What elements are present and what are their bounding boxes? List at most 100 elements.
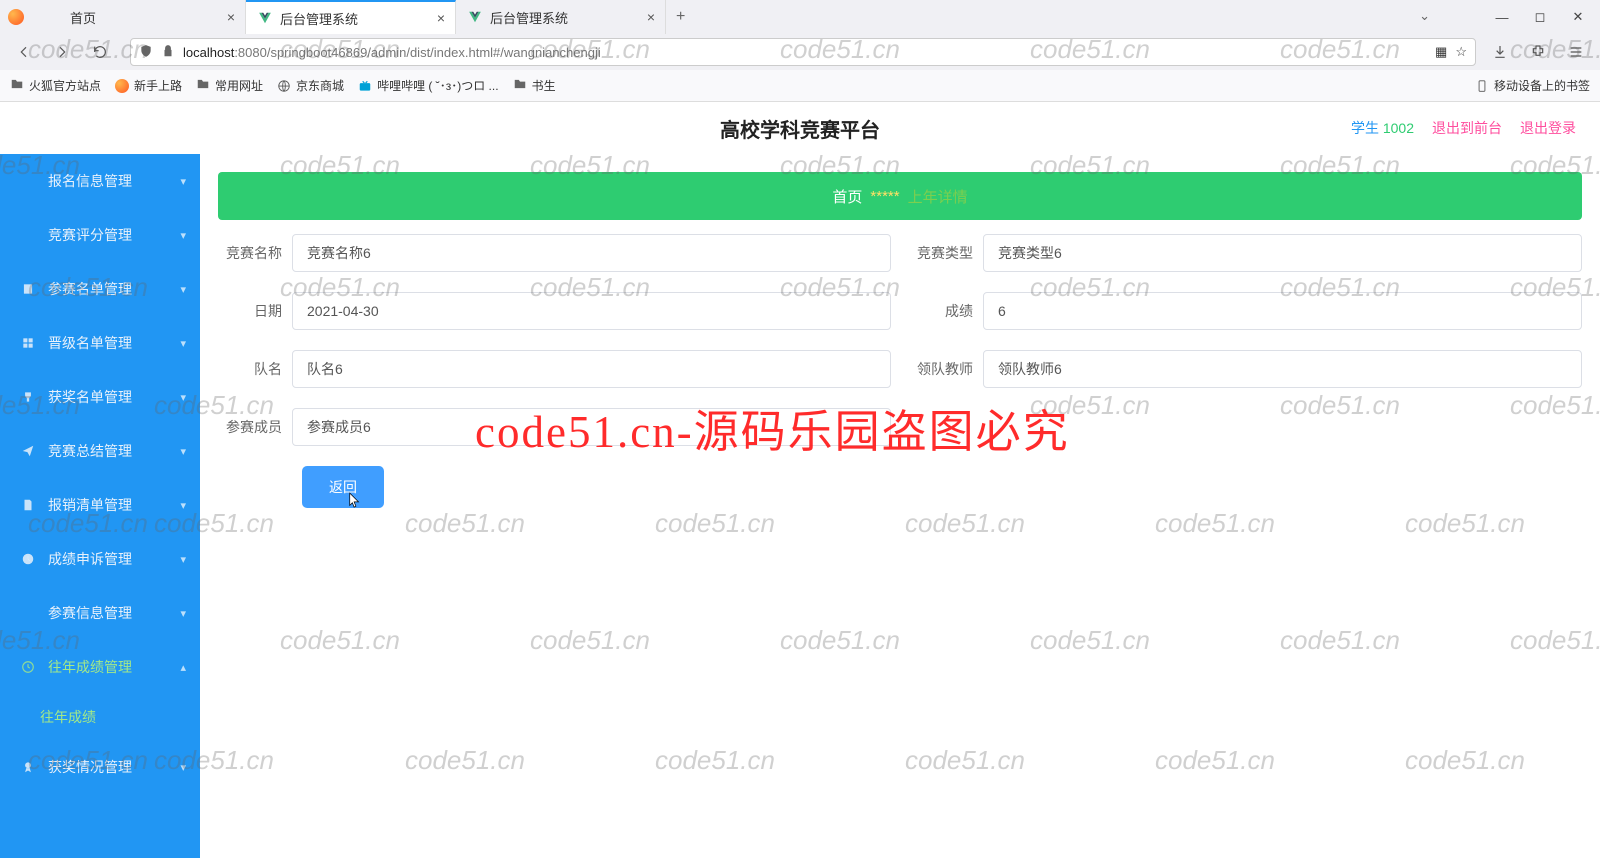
app-header: 高校学科竞赛平台 学生 1002 退出到前台 退出登录: [0, 102, 1600, 154]
bookmark-item[interactable]: 火狐官方站点: [10, 77, 101, 94]
sidebar-item[interactable]: 获奖名单管理▾: [0, 370, 200, 424]
main-content: 首页 ***** 上年详情 竞赛名称 竞赛名称6 竞赛类型 竞赛类型6 日期 2…: [200, 154, 1600, 858]
vue-icon: [258, 11, 272, 25]
input-score[interactable]: 6: [983, 292, 1582, 330]
cursor-icon: [348, 492, 362, 510]
breadcrumb-home[interactable]: 首页: [832, 186, 862, 207]
score-icon: [20, 227, 36, 243]
sidebar-sub-item[interactable]: 往年成绩: [0, 694, 200, 740]
nav-forward-icon[interactable]: [48, 38, 76, 66]
chevron-down-icon: ▾: [180, 607, 186, 620]
sidebar-item[interactable]: 竞赛总结管理▾: [0, 424, 200, 478]
chevron-down-icon: ▾: [180, 445, 186, 458]
new-tab-button[interactable]: +: [666, 8, 695, 26]
award-icon: [20, 759, 36, 775]
tab-title: 后台管理系统: [490, 8, 568, 27]
qr-icon[interactable]: ▦: [1435, 44, 1447, 60]
bookmark-item[interactable]: 书生: [513, 77, 556, 94]
tabs-dropdown-icon[interactable]: ⌄: [1419, 8, 1430, 24]
history-icon: [20, 659, 36, 675]
file-icon: [20, 497, 36, 513]
menu-icon[interactable]: [1562, 38, 1590, 66]
vue-icon: [468, 10, 482, 24]
clock-icon: [20, 551, 36, 567]
field-score: 成绩 6: [909, 292, 1582, 330]
bookmark-item[interactable]: 哔哩哔哩 ( ˘･з･)つロ ...: [358, 77, 499, 94]
firefox-icon: [8, 9, 24, 25]
url-text: localhost:8080/springboot46869/admin/dis…: [183, 45, 1427, 60]
sidebar-item[interactable]: 成绩申诉管理▾: [0, 532, 200, 586]
download-icon[interactable]: [1486, 38, 1514, 66]
browser-tab-bar: 首页 × 后台管理系统 × 后台管理系统 × + ⌄ — ◻ ✕: [0, 0, 1600, 34]
nav-back-icon[interactable]: [10, 38, 38, 66]
chevron-down-icon: ▾: [180, 283, 186, 296]
back-button[interactable]: 返回: [302, 466, 384, 508]
chevron-up-icon: ▴: [180, 661, 186, 674]
trophy-icon: [20, 389, 36, 405]
globe-icon: [277, 79, 291, 93]
logout-front-link[interactable]: 退出到前台: [1432, 118, 1502, 138]
detail-form: 竞赛名称 竞赛名称6 竞赛类型 竞赛类型6 日期 2021-04-30 成绩 6: [218, 234, 1582, 508]
browser-tab[interactable]: 后台管理系统 ×: [456, 0, 666, 34]
bookmark-item[interactable]: 京东商城: [277, 77, 344, 94]
chevron-down-icon: ▾: [180, 391, 186, 404]
firefox-icon: [115, 79, 129, 93]
tab-favicon: [48, 10, 62, 24]
browser-tab[interactable]: 首页 ×: [36, 0, 246, 34]
tab-title: 后台管理系统: [280, 9, 358, 28]
sidebar-item[interactable]: 获奖情况管理▾: [0, 740, 200, 794]
field-lead-teacher: 领队教师 领队教师6: [909, 350, 1582, 388]
field-competition-name: 竞赛名称 竞赛名称6: [218, 234, 891, 272]
user-info: 学生 1002: [1351, 118, 1414, 138]
app-title: 高校学科竞赛平台: [720, 114, 880, 143]
input-team-name[interactable]: 队名6: [292, 350, 891, 388]
bookmarks-bar: 火狐官方站点 新手上路 常用网址 京东商城 哔哩哔哩 ( ˘･з･)つロ ...…: [0, 70, 1600, 102]
field-competition-type: 竞赛类型 竞赛类型6: [909, 234, 1582, 272]
tab-close-icon[interactable]: ×: [437, 10, 445, 26]
tab-title: 首页: [70, 8, 96, 27]
field-members: 参赛成员 参赛成员6: [218, 408, 891, 446]
bookmark-star-icon[interactable]: ☆: [1455, 44, 1467, 60]
doc-icon: [20, 281, 36, 297]
list-icon: [20, 173, 36, 189]
input-lead-teacher[interactable]: 领队教师6: [983, 350, 1582, 388]
send-icon: [20, 443, 36, 459]
breadcrumb-current: 上年详情: [908, 186, 968, 207]
breadcrumb: 首页 ***** 上年详情: [218, 172, 1582, 220]
sidebar: 报名信息管理▾ 竞赛评分管理▾ 参赛名单管理▾ 晋级名单管理▾ 获奖名单管理▾ …: [0, 154, 200, 858]
sidebar-item[interactable]: 报名信息管理▾: [0, 154, 200, 208]
url-input[interactable]: localhost:8080/springboot46869/admin/dis…: [130, 38, 1476, 66]
sidebar-item-active[interactable]: 往年成绩管理▴: [0, 640, 200, 694]
bookmark-item[interactable]: 常用网址: [196, 77, 263, 94]
sidebar-item[interactable]: 参赛信息管理▾: [0, 586, 200, 640]
browser-tab[interactable]: 后台管理系统 ×: [246, 0, 456, 34]
input-competition-type[interactable]: 竞赛类型6: [983, 234, 1582, 272]
info-icon: [20, 605, 36, 621]
breadcrumb-separator: *****: [870, 188, 899, 205]
field-date: 日期 2021-04-30: [218, 292, 891, 330]
grid-icon: [20, 335, 36, 351]
mobile-bookmarks[interactable]: 移动设备上的书签: [1475, 77, 1590, 94]
logout-link[interactable]: 退出登录: [1520, 118, 1576, 138]
sidebar-item[interactable]: 晋级名单管理▾: [0, 316, 200, 370]
input-competition-name[interactable]: 竞赛名称6: [292, 234, 891, 272]
tab-close-icon[interactable]: ×: [647, 9, 655, 25]
chevron-down-icon: ▾: [180, 337, 186, 350]
sidebar-item[interactable]: 报销清单管理▾: [0, 478, 200, 532]
bookmark-item[interactable]: 新手上路: [115, 77, 182, 94]
lock-icon: [161, 44, 175, 61]
bilibili-icon: [358, 79, 372, 93]
sidebar-item[interactable]: 竞赛评分管理▾: [0, 208, 200, 262]
tab-close-icon[interactable]: ×: [227, 9, 235, 25]
input-members[interactable]: 参赛成员6: [292, 408, 891, 446]
nav-reload-icon[interactable]: [86, 38, 114, 66]
field-team-name: 队名 队名6: [218, 350, 891, 388]
extensions-icon[interactable]: [1524, 38, 1552, 66]
window-minimize-icon[interactable]: —: [1484, 4, 1520, 30]
window-close-icon[interactable]: ✕: [1560, 4, 1596, 30]
window-maximize-icon[interactable]: ◻: [1522, 4, 1558, 30]
input-date[interactable]: 2021-04-30: [292, 292, 891, 330]
chevron-down-icon: ▾: [180, 761, 186, 774]
chevron-down-icon: ▾: [180, 553, 186, 566]
sidebar-item[interactable]: 参赛名单管理▾: [0, 262, 200, 316]
